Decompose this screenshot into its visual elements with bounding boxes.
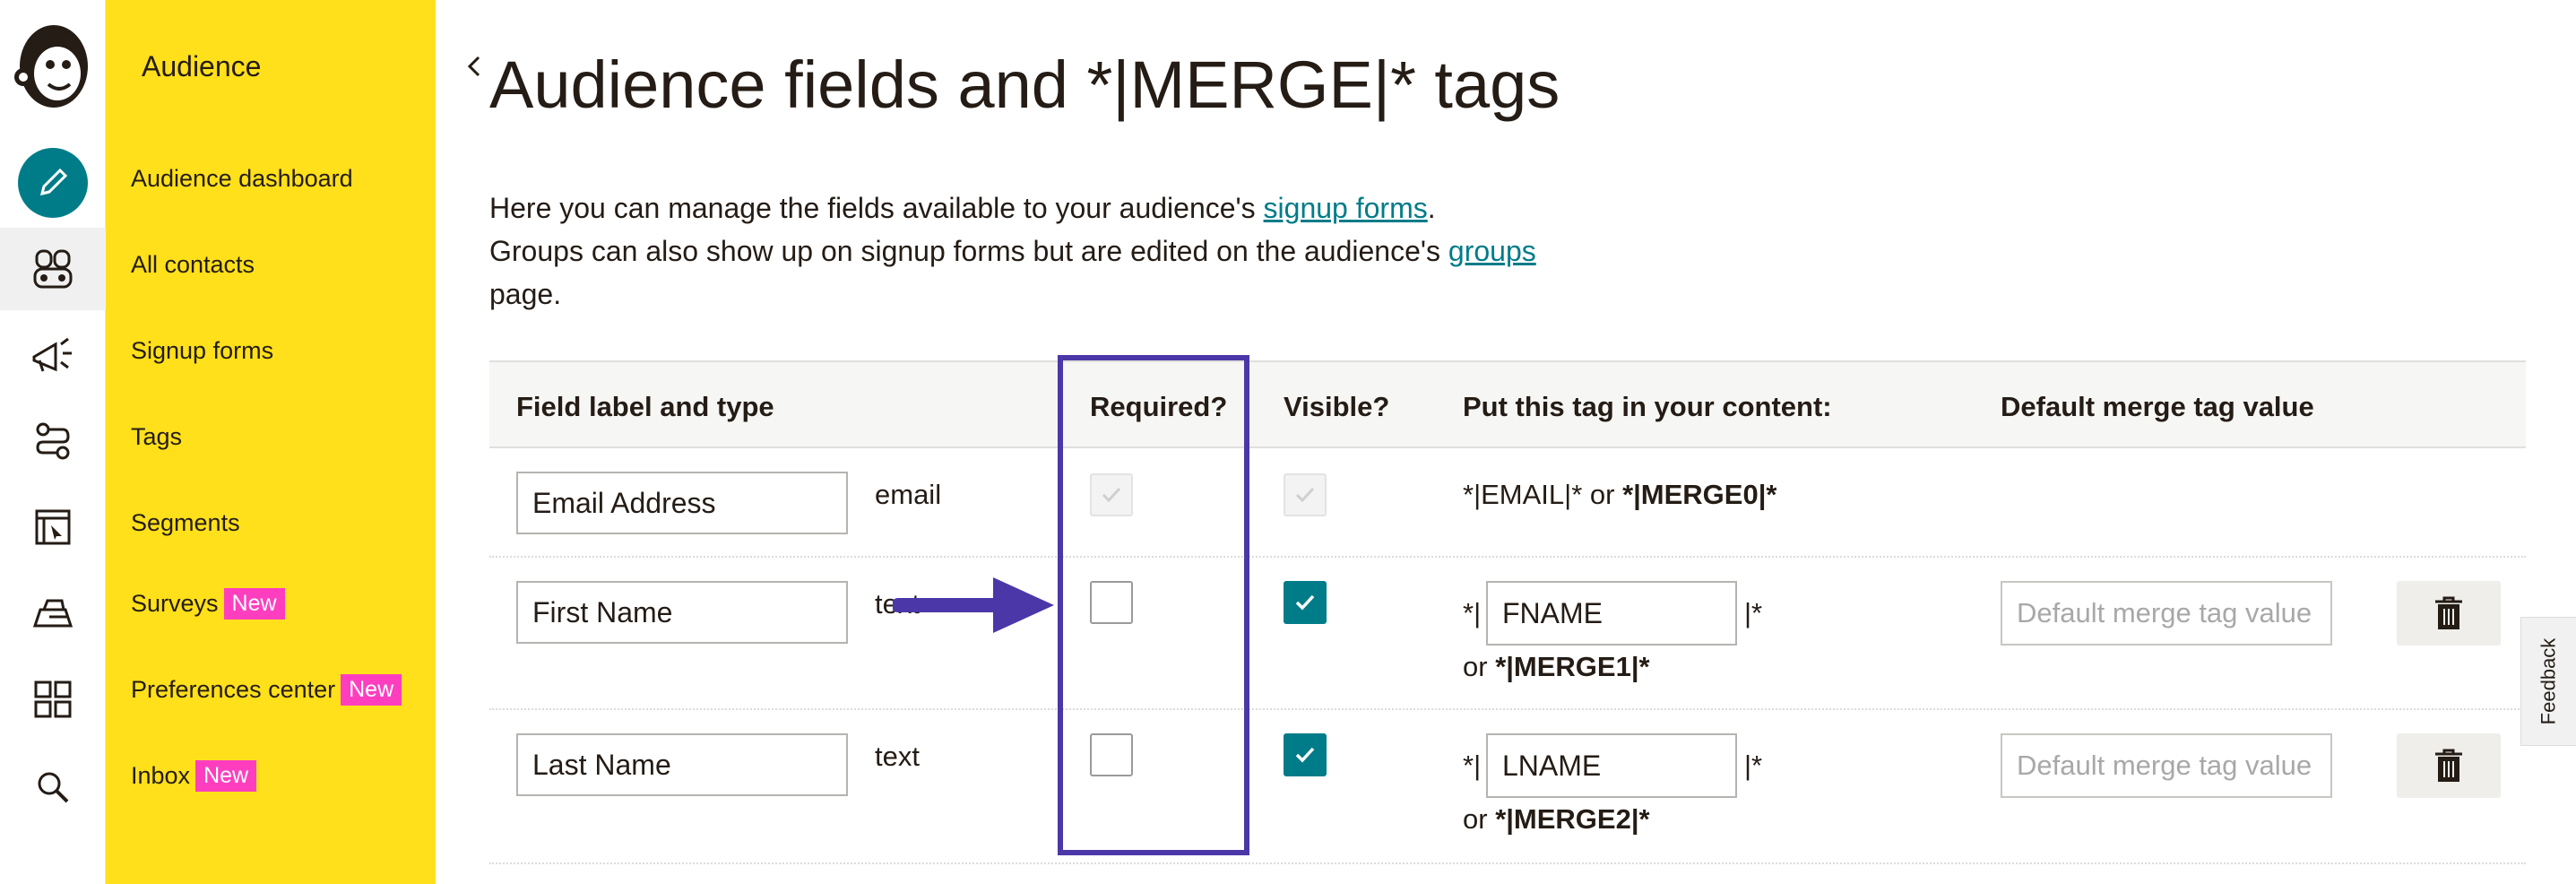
create-button[interactable] bbox=[18, 148, 88, 218]
automations-icon bbox=[36, 422, 70, 460]
merge-alt-text: or *|MERGE2|* bbox=[1463, 803, 1650, 836]
website-nav[interactable] bbox=[0, 486, 106, 568]
table-row: Last Name text *| LNAME |* or *|MERGE2|*… bbox=[489, 710, 2526, 864]
trash-icon bbox=[2435, 596, 2462, 629]
tag-suffix: |* bbox=[1744, 597, 1763, 628]
groups-link[interactable]: groups bbox=[1448, 235, 1536, 267]
merge-tag: *|MERGE2|* bbox=[1495, 803, 1650, 835]
search-icon bbox=[38, 772, 69, 803]
megaphone-icon bbox=[32, 337, 72, 372]
subnav-item-label: Inbox bbox=[131, 762, 191, 789]
field-label-input[interactable]: Last Name bbox=[516, 733, 848, 796]
merge-tag-input[interactable]: FNAME bbox=[1486, 581, 1737, 646]
signup-forms-link[interactable]: signup forms bbox=[1264, 192, 1428, 224]
visible-checkbox bbox=[1284, 473, 1327, 516]
search-nav[interactable] bbox=[0, 746, 106, 828]
table-header: Field label and type Required? Visible? … bbox=[489, 360, 2526, 448]
trash-icon bbox=[2435, 749, 2462, 782]
default-value-input[interactable]: Default merge tag value bbox=[2001, 733, 2332, 798]
header-field-label: Field label and type bbox=[516, 391, 774, 422]
default-value-input[interactable]: Default merge tag value bbox=[2001, 581, 2332, 646]
or-text: or bbox=[1463, 651, 1496, 682]
field-type: email bbox=[875, 479, 942, 510]
audience-subnav: Audience Audience dashboard All contacts… bbox=[106, 0, 480, 884]
checkmark-icon bbox=[1295, 594, 1315, 611]
subnav-item-tags[interactable]: Tags bbox=[131, 423, 182, 451]
intro-line-1: Here you can manage the fields available… bbox=[489, 192, 1264, 224]
subnav-item-audience-dashboard[interactable]: Audience dashboard bbox=[131, 165, 353, 193]
automations-nav[interactable] bbox=[0, 400, 106, 482]
subnav-item-all-contacts[interactable]: All contacts bbox=[131, 251, 255, 279]
subnav-item-label: Signup forms bbox=[131, 337, 274, 364]
merge-tag-text: *|EMAIL|* or *|MERGE0|* bbox=[1463, 479, 1776, 511]
table-row: Email Address email *|EMAIL|* or *|MERGE… bbox=[489, 448, 2526, 558]
subnav-item-inbox[interactable]: Inbox New bbox=[131, 760, 257, 792]
audience-icon bbox=[33, 249, 73, 289]
chevron-left-icon[interactable] bbox=[462, 54, 488, 79]
required-column-highlight bbox=[1058, 355, 1249, 855]
merge-tag: *|MERGE1|* bbox=[1495, 651, 1650, 682]
tag-prefix: *| bbox=[1463, 750, 1482, 781]
subnav-item-surveys[interactable]: Surveys New bbox=[131, 588, 285, 620]
intro-text: Here you can manage the fields available… bbox=[489, 186, 1655, 316]
pencil-icon bbox=[39, 168, 68, 196]
integrations-nav[interactable] bbox=[0, 572, 106, 654]
merge-alt-text: or *|MERGE1|* bbox=[1463, 651, 1650, 683]
subnav-title: Audience bbox=[142, 50, 262, 82]
audience-nav[interactable] bbox=[0, 228, 106, 310]
campaigns-nav[interactable] bbox=[0, 314, 106, 396]
icon-rail bbox=[0, 0, 106, 884]
subnav-item-segments[interactable]: Segments bbox=[131, 509, 240, 537]
merge-tag: *|MERGE0|* bbox=[1622, 479, 1777, 510]
email-tag-text: *|EMAIL|* or bbox=[1463, 479, 1623, 510]
subnav-item-preferences-center[interactable]: Preferences center New bbox=[131, 674, 402, 706]
field-type: text bbox=[875, 741, 920, 772]
table-row: First Name text *| FNAME |* or *|MERGE1|… bbox=[489, 558, 2526, 710]
subnav-item-label: Preferences center bbox=[131, 676, 336, 703]
new-badge: New bbox=[195, 760, 257, 792]
visible-checkbox[interactable] bbox=[1284, 733, 1327, 776]
delete-field-button[interactable] bbox=[2397, 581, 2501, 646]
field-label-input[interactable]: First Name bbox=[516, 581, 848, 644]
field-label-input[interactable]: Email Address bbox=[516, 472, 848, 534]
mailchimp-logo-icon[interactable] bbox=[13, 20, 93, 113]
checkmark-icon bbox=[1295, 747, 1315, 763]
page-title: Audience fields and *|MERGE|* tags bbox=[489, 48, 1560, 122]
intro-line-1-end: . bbox=[1427, 192, 1436, 224]
header-visible: Visible? bbox=[1284, 391, 1390, 422]
new-badge: New bbox=[223, 588, 285, 620]
feedback-tab[interactable]: Feedback bbox=[2520, 617, 2576, 746]
header-default-value: Default merge tag value bbox=[2001, 391, 2314, 422]
annotation-arrow-icon bbox=[893, 577, 1054, 633]
integrations-icon bbox=[32, 599, 73, 628]
header-tag: Put this tag in your content: bbox=[1463, 391, 1832, 422]
apps-nav[interactable] bbox=[0, 658, 106, 741]
checkmark-icon bbox=[1295, 487, 1315, 503]
subnav-item-label: All contacts bbox=[131, 251, 255, 278]
subnav-item-label: Segments bbox=[131, 509, 240, 536]
website-icon bbox=[35, 509, 71, 545]
tag-prefix: *| bbox=[1463, 597, 1482, 628]
tag-suffix: |* bbox=[1744, 750, 1763, 781]
subnav-item-label: Surveys bbox=[131, 590, 219, 617]
or-text: or bbox=[1463, 803, 1496, 835]
subnav-item-label: Audience dashboard bbox=[131, 165, 353, 192]
apps-grid-icon bbox=[34, 680, 72, 718]
delete-field-button[interactable] bbox=[2397, 733, 2501, 798]
subnav-item-label: Tags bbox=[131, 423, 183, 450]
intro-line-2: Groups can also show up on signup forms … bbox=[489, 235, 1448, 267]
merge-tag-input[interactable]: LNAME bbox=[1486, 733, 1737, 798]
feedback-label: Feedback bbox=[2537, 637, 2560, 725]
new-badge: New bbox=[341, 674, 402, 706]
subnav-item-signup-forms[interactable]: Signup forms bbox=[131, 337, 273, 365]
intro-line-2-end: page. bbox=[489, 278, 562, 310]
visible-checkbox[interactable] bbox=[1284, 581, 1327, 624]
